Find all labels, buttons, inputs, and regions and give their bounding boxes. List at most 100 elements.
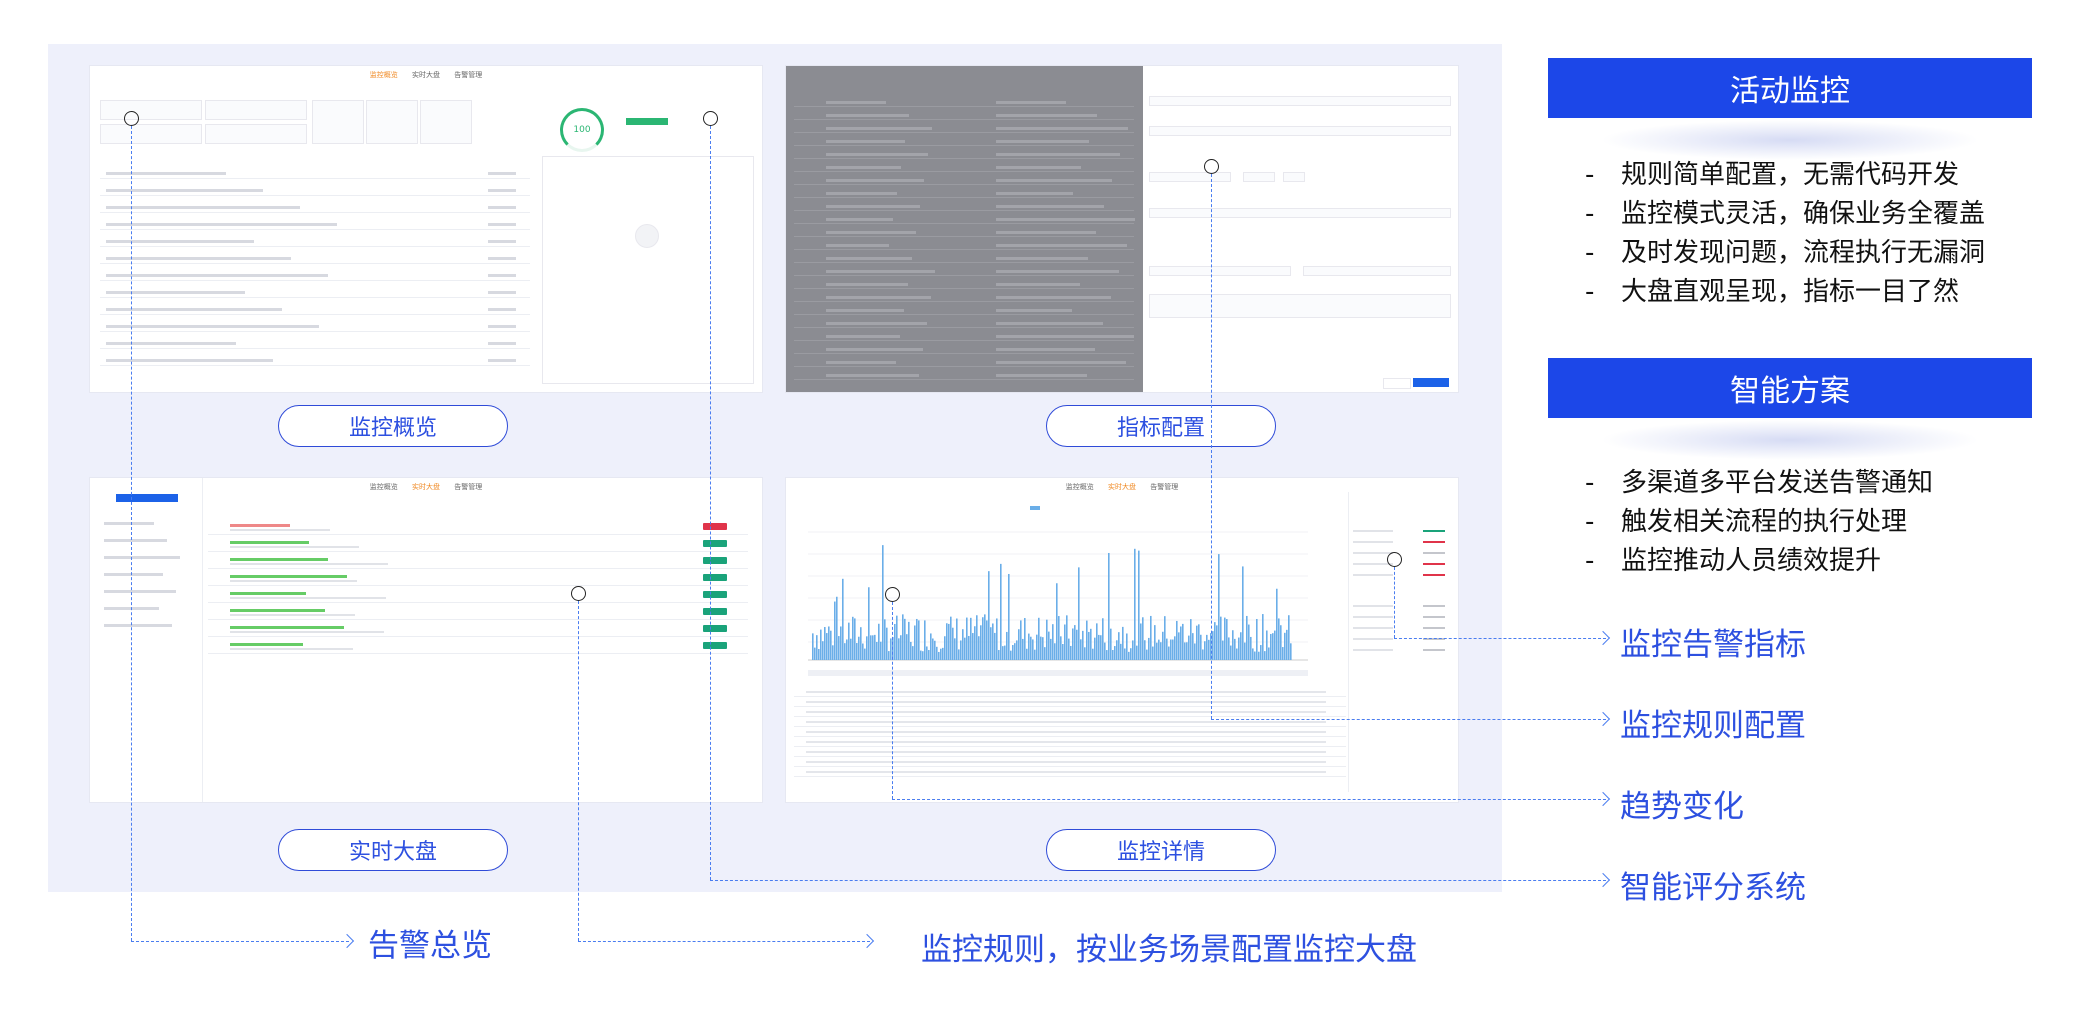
remark-textarea[interactable]	[1149, 294, 1451, 318]
alarm-count-card[interactable]	[420, 100, 472, 144]
metric-object-select[interactable]	[1149, 126, 1451, 136]
table-row-cells[interactable]	[806, 731, 1326, 733]
tab-alarm[interactable]: 告警管理	[454, 71, 482, 79]
tab-realtime[interactable]: 实时大盘	[1108, 483, 1136, 491]
chart-bar	[1140, 623, 1142, 660]
table-row-divider	[208, 534, 748, 535]
chart-bar	[964, 637, 966, 660]
confirm-button[interactable]	[1413, 378, 1449, 387]
tab-overview[interactable]: 监控概览	[370, 71, 398, 79]
list-row-text[interactable]	[106, 223, 337, 226]
chart-bar	[1244, 642, 1246, 660]
table-row-divider	[794, 706, 1346, 707]
table-row-cells[interactable]	[806, 751, 1326, 753]
arrow-icon	[1595, 630, 1611, 646]
legend-swatch	[1030, 506, 1040, 510]
table-row-title[interactable]	[230, 626, 344, 629]
table-row-cells[interactable]	[806, 771, 1326, 773]
table-row-cells[interactable]	[806, 711, 1326, 713]
list-row-date	[488, 172, 516, 175]
list-row-date	[488, 308, 516, 311]
new-dashboard-button[interactable]	[116, 494, 178, 502]
condition-select[interactable]	[1149, 172, 1231, 182]
chart-bar	[1280, 625, 1282, 660]
table-row-cells[interactable]	[806, 721, 1326, 723]
tab-realtime[interactable]: 实时大盘	[412, 71, 440, 79]
chart-bar	[948, 623, 950, 660]
table-row-title[interactable]	[230, 558, 328, 561]
chart-bar	[1082, 630, 1084, 660]
list-row-text[interactable]	[106, 291, 245, 294]
chart-bar	[1158, 639, 1160, 660]
list-row-text[interactable]	[106, 342, 236, 345]
list-row-text[interactable]	[106, 206, 300, 209]
bullet-item: 多渠道多平台发送告警通知	[1585, 464, 1933, 503]
list-row-text[interactable]	[106, 172, 226, 175]
chart-bar	[1248, 624, 1250, 660]
stat-card[interactable]	[205, 124, 307, 144]
table-row-title[interactable]	[230, 575, 347, 578]
chart-bar	[876, 641, 878, 660]
table-row-cells[interactable]	[806, 761, 1326, 763]
table-row-cells[interactable]	[806, 691, 1326, 693]
alarm-count-card[interactable]	[312, 100, 364, 144]
chart-bar	[868, 587, 870, 660]
alarm-count-card[interactable]	[366, 100, 418, 144]
chart-bar	[1190, 619, 1192, 660]
chart-bar	[858, 636, 860, 660]
sidebar-item[interactable]	[104, 573, 163, 576]
stat-card[interactable]	[205, 100, 307, 120]
list-row-text[interactable]	[106, 189, 263, 192]
callout-scoring: 智能评分系统	[1620, 870, 1806, 906]
chart-bar	[880, 641, 882, 660]
notify-input[interactable]	[1303, 266, 1451, 276]
sidebar-item[interactable]	[104, 522, 154, 525]
chart-bar	[1198, 624, 1200, 660]
list-row-text[interactable]	[106, 274, 328, 277]
stat-card[interactable]	[100, 124, 202, 144]
level-select[interactable]	[1149, 208, 1451, 218]
list-row-text[interactable]	[106, 257, 291, 260]
list-row-text[interactable]	[106, 325, 319, 328]
chart-bar	[820, 629, 822, 660]
threshold-input[interactable]	[1283, 172, 1305, 182]
metric-name-input[interactable]	[1149, 96, 1451, 106]
list-row-date	[488, 189, 516, 192]
tab-realtime[interactable]: 实时大盘	[412, 483, 440, 491]
sidebar-item[interactable]	[104, 590, 176, 593]
tab-overview[interactable]: 监控概览	[1066, 483, 1094, 491]
cancel-button[interactable]	[1383, 378, 1411, 389]
chart-bar	[862, 643, 864, 660]
chart-bar	[1052, 624, 1054, 660]
table-row-title[interactable]	[230, 643, 303, 646]
list-row-text[interactable]	[106, 308, 282, 311]
chart-bar	[996, 618, 998, 660]
operator-select[interactable]	[1243, 172, 1275, 182]
score-detail-button[interactable]	[626, 118, 668, 125]
sidebar-item[interactable]	[104, 556, 180, 559]
table-row-cells[interactable]	[806, 741, 1326, 743]
table-row-title[interactable]	[230, 592, 306, 595]
chart-bar	[980, 625, 982, 660]
chart-bar	[994, 632, 996, 660]
stat-card[interactable]	[100, 100, 202, 120]
table-row-divider	[794, 716, 1346, 717]
table-row-divider	[794, 726, 1346, 727]
table-row-title[interactable]	[230, 524, 290, 527]
sidebar-item[interactable]	[104, 624, 172, 627]
chart-zoom-slider[interactable]	[808, 670, 1308, 676]
tab-alarm[interactable]: 告警管理	[1150, 483, 1178, 491]
table-cell	[996, 166, 1081, 169]
tab-overview[interactable]: 监控概览	[370, 483, 398, 491]
table-row-divider	[794, 766, 1346, 767]
list-row-text[interactable]	[106, 240, 254, 243]
chart-bar	[1176, 620, 1178, 660]
notify-input[interactable]	[1149, 266, 1291, 276]
chart-bar	[922, 651, 924, 660]
table-row-title[interactable]	[230, 609, 325, 612]
chart-bar	[1106, 650, 1108, 660]
table-row-cells[interactable]	[806, 701, 1326, 703]
table-row-title[interactable]	[230, 541, 309, 544]
sidebar-item[interactable]	[104, 539, 167, 542]
tab-alarm[interactable]: 告警管理	[454, 483, 482, 491]
